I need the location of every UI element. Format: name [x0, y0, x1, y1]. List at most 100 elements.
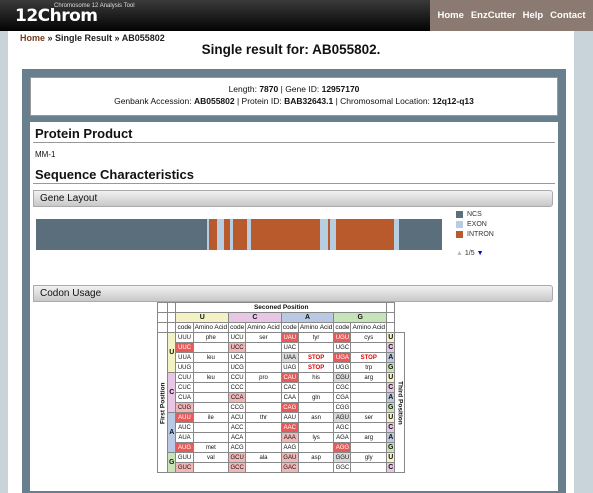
gene-layout-pager: ▲ 1/5 ▼	[456, 250, 484, 257]
third-base-a: A	[385, 432, 396, 443]
codon-code: CUA	[175, 392, 194, 403]
codon-row: AUG met ACG AAG AGG G	[158, 442, 405, 453]
amino-acid: pro	[245, 372, 282, 383]
codon-row: A AUU ile ACU thr AAU asn AGU ser U	[158, 412, 405, 453]
amino-acid	[245, 442, 282, 453]
page-down-icon[interactable]: ▼	[477, 250, 484, 257]
page-up-icon[interactable]: ▲	[456, 250, 463, 257]
nav-help[interactable]: Help	[523, 10, 544, 21]
table-corner	[157, 312, 168, 323]
third-base-a: A	[385, 392, 396, 403]
amino-acid	[192, 362, 230, 373]
codon-code: AAC	[280, 422, 299, 433]
amino-acid	[245, 402, 282, 413]
second-base-u: U	[175, 312, 230, 323]
first-base-c: C	[166, 372, 177, 413]
gene-layout-bar	[36, 219, 442, 250]
legend-item-ncs: NCS	[456, 211, 494, 218]
third-base-g: G	[385, 362, 396, 373]
amino-acid	[350, 342, 388, 353]
legend-swatch	[456, 221, 463, 228]
amino-acid: his	[297, 372, 335, 383]
third-base-u: U	[385, 332, 396, 343]
codon-row: CUA CCA CAA gln CGA A	[158, 392, 405, 403]
sequence-characteristics-heading: Sequence Characteristics	[33, 167, 555, 184]
amino-acid	[192, 392, 230, 403]
codon-code: GGC	[333, 462, 352, 473]
location-value: 12q12-q13	[432, 96, 474, 106]
codon-code: UUG	[175, 362, 194, 373]
legend-label: EXON	[467, 221, 487, 228]
third-base-g: G	[385, 442, 396, 453]
amino-acid: gly	[350, 452, 388, 463]
amino-acid: ala	[245, 452, 282, 463]
codon-usage-header[interactable]: Codon Usage	[33, 285, 553, 302]
amino-acid: ile	[192, 412, 230, 423]
summary-line-1: Length: 7870 | Gene ID: 12957170	[228, 84, 360, 94]
amino-acid: asn	[297, 412, 335, 423]
top-bar: 12Chrom Chromosome 12 Analysis Tool Home…	[0, 0, 593, 31]
codon-row: G GUU val GCU ala GAU asp GGU gly U	[158, 452, 405, 473]
amino-acid	[350, 462, 388, 473]
legend-item-exon: EXON	[456, 221, 494, 228]
col-amino-acid-header: Amino Acid	[245, 322, 282, 333]
protein-id-label: Protein ID:	[241, 96, 282, 106]
legend-swatch	[456, 211, 463, 218]
amino-acid	[297, 402, 335, 413]
amino-acid	[350, 422, 388, 433]
amino-acid: leu	[192, 352, 230, 363]
nav-home[interactable]: Home	[437, 10, 463, 21]
codon-code: CCG	[228, 402, 247, 413]
nav-enzcutter[interactable]: EnzCutter	[471, 10, 516, 21]
codon-code: UCC	[228, 342, 247, 353]
codon-code: GCU	[228, 452, 247, 463]
codon-code: UGA	[333, 352, 352, 363]
amino-acid	[192, 432, 230, 443]
codon-code: CCA	[228, 392, 247, 403]
codon-code: CCC	[228, 382, 247, 393]
codon-code: ACC	[228, 422, 247, 433]
col-amino-acid-header: Amino Acid	[350, 322, 388, 333]
col-code-header: code	[175, 322, 194, 333]
protein-id-value: BAB32643.1	[284, 96, 334, 106]
codon-code: CAG	[280, 402, 299, 413]
protein-name: MM-1	[35, 150, 56, 159]
codon-code: AGA	[333, 432, 352, 443]
amino-acid	[192, 462, 230, 473]
amino-acid: STOP	[297, 352, 335, 363]
amino-acid	[192, 382, 230, 393]
codon-code: CGU	[333, 372, 352, 383]
amino-acid: STOP	[350, 352, 388, 363]
amino-acid	[350, 392, 388, 403]
codon-code: AUC	[175, 422, 194, 433]
amino-acid	[245, 342, 282, 353]
amino-acid	[245, 392, 282, 403]
codon-code: AGG	[333, 442, 352, 453]
legend-swatch	[456, 231, 463, 238]
col-amino-acid-header: Amino Acid	[297, 322, 335, 333]
codon-code: AUU	[175, 412, 194, 423]
codon-row: UUG UCG UAG STOP UGG trp G	[158, 362, 405, 373]
nav-contact[interactable]: Contact	[550, 10, 585, 21]
amino-acid: arg	[350, 372, 388, 383]
gene-segment-intron	[335, 219, 395, 250]
codon-code: ACU	[228, 412, 247, 423]
page-content: Home » Single Result » AB055802 Single r…	[8, 31, 574, 493]
codon-code: CAA	[280, 392, 299, 403]
gene-layout-header[interactable]: Gene Layout	[33, 190, 553, 207]
app-logo[interactable]: 12Chrom	[15, 6, 98, 26]
codon-code: UAA	[280, 352, 299, 363]
second-base-a: A	[280, 312, 335, 323]
codon-code: AAG	[280, 442, 299, 453]
gene-segment-exon	[320, 219, 329, 250]
third-base-u: U	[385, 412, 396, 423]
third-base-c: C	[385, 382, 396, 393]
amino-acid: val	[192, 452, 230, 463]
col-code-header: code	[228, 322, 247, 333]
codon-code: AGU	[333, 412, 352, 423]
gene-segment-intron	[232, 219, 248, 250]
first-base-u: U	[166, 332, 177, 373]
codon-code: AAU	[280, 412, 299, 423]
codon-row: C CUU leu CCU pro CAU his CGU arg U	[158, 372, 405, 413]
codon-code: CUC	[175, 382, 194, 393]
